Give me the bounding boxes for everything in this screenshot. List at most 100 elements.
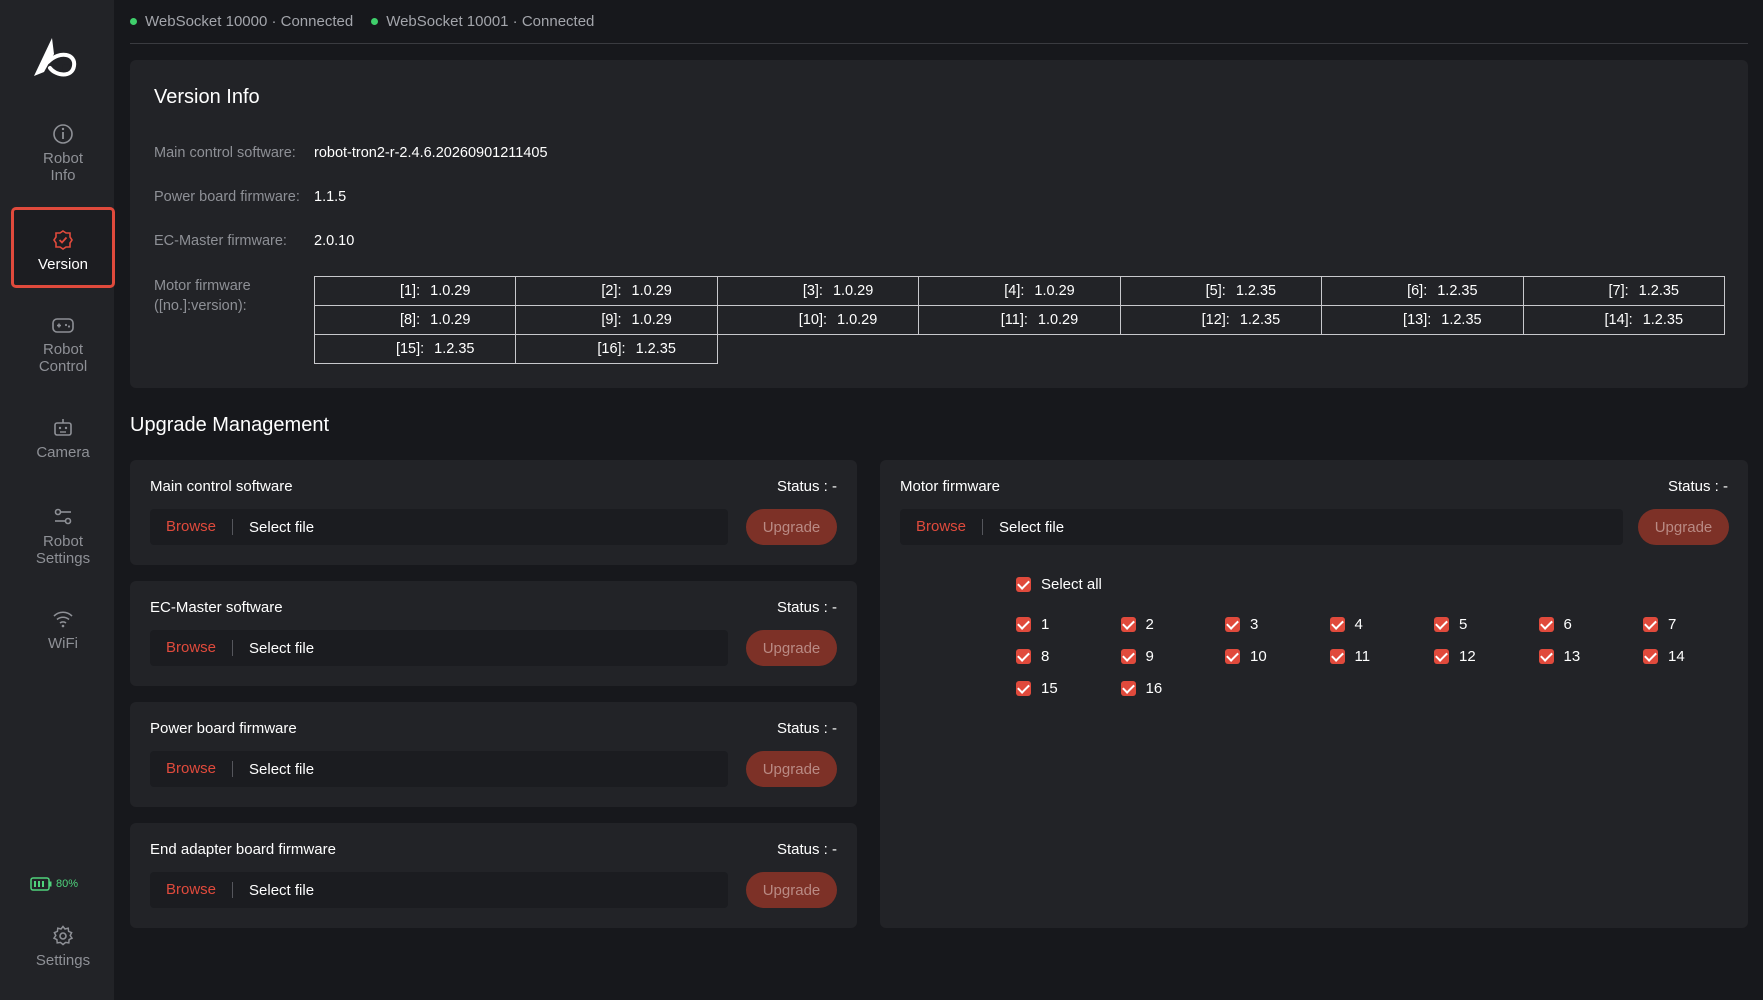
checkbox-checked-icon <box>1120 649 1136 664</box>
motor-cell: [4]: 1.0.29 <box>918 276 1121 306</box>
motor-checkbox[interactable]: 3 <box>1225 616 1258 633</box>
motor-cell: [7]: 1.2.35 <box>1522 276 1726 306</box>
ec-master-label: EC-Master firmware: <box>154 233 287 249</box>
select-file-text: Select file <box>249 639 315 657</box>
motor-checkbox[interactable]: 11 <box>1329 648 1371 665</box>
browse-button[interactable]: Browse <box>150 882 234 898</box>
select-file-text: Select file <box>999 518 1065 536</box>
motor-no: [8]: <box>399 312 421 328</box>
select-all-checkbox[interactable]: Select all <box>1016 576 1102 593</box>
connected-dot-icon <box>371 18 379 25</box>
motor-checkbox[interactable]: 10 <box>1225 648 1267 665</box>
upgrade-button[interactable]: Upgrade <box>746 509 837 545</box>
upgrade-button[interactable]: Upgrade <box>1638 509 1729 545</box>
file-picker[interactable]: Browse Select file <box>150 630 728 666</box>
checkbox-checked-icon <box>1329 649 1345 664</box>
motor-cell: [16]: 1.2.35 <box>515 334 718 364</box>
sidebar-item-version[interactable]: Version <box>11 207 115 288</box>
motor-checkbox[interactable]: 15 <box>1016 680 1058 697</box>
empty-cell <box>1523 335 1724 364</box>
motor-cell: [12]: 1.2.35 <box>1119 305 1323 335</box>
file-picker[interactable]: Browse Select file <box>150 872 728 908</box>
empty-cell <box>919 335 1120 364</box>
upgrade-button[interactable]: Upgrade <box>746 630 837 666</box>
motor-checkbox[interactable]: 16 <box>1120 680 1163 697</box>
sidebar-item-robot-info[interactable]: Robot Info <box>11 122 115 184</box>
motor-checkbox[interactable]: 13 <box>1538 648 1580 665</box>
websocket-status-1: WebSocket 10000 · Connected <box>130 13 353 30</box>
checkbox-label: 11 <box>1354 648 1371 665</box>
motor-checkbox[interactable]: 1 <box>1016 616 1049 633</box>
checkbox-checked-icon <box>1016 681 1031 696</box>
checkbox-label: 3 <box>1250 616 1259 633</box>
sidebar-item-label: Robot Settings <box>35 533 91 567</box>
upgrade-button[interactable]: Upgrade <box>746 751 837 787</box>
sidebar-item-label: Robot Info <box>42 150 84 184</box>
motor-version: 1.0.29 <box>430 312 471 328</box>
browse-button[interactable]: Browse <box>150 519 234 535</box>
sidebar: Robot Info Version Robot Control Camera … <box>0 0 115 1000</box>
motor-checkbox[interactable]: 8 <box>1016 648 1049 665</box>
checkbox-label: Select all <box>1041 576 1102 593</box>
checkbox-label: 5 <box>1459 616 1468 633</box>
motor-checkbox[interactable]: 6 <box>1538 616 1572 633</box>
power-board-upgrade-card: Power board firmware Status : - Browse S… <box>130 702 857 807</box>
motor-checkbox[interactable]: 12 <box>1434 648 1476 665</box>
checkbox-label: 16 <box>1145 680 1163 697</box>
sidebar-item-camera[interactable]: Camera <box>11 416 115 461</box>
file-picker[interactable]: Browse Select file <box>150 751 728 787</box>
select-file-text: Select file <box>249 518 315 536</box>
websocket-status-text: WebSocket 10000 · Connected <box>145 13 354 30</box>
checkbox-label: 4 <box>1354 616 1363 633</box>
websocket-status-2: WebSocket 10001 · Connected <box>371 13 594 30</box>
motor-cell: [14]: 1.2.35 <box>1522 305 1726 335</box>
wifi-icon <box>53 611 73 628</box>
sidebar-item-robot-control[interactable]: Robot Control <box>11 313 115 375</box>
checkbox-checked-icon <box>1538 617 1554 632</box>
card-title: Main control software <box>150 478 293 495</box>
motor-checkbox[interactable]: 4 <box>1329 616 1363 633</box>
motor-checkbox[interactable]: 5 <box>1434 616 1467 633</box>
checkbox-checked-icon <box>1329 617 1345 632</box>
motor-version: 1.0.29 <box>837 312 878 328</box>
checkbox-checked-icon <box>1434 617 1449 632</box>
motor-cell: [3]: 1.0.29 <box>716 276 920 306</box>
motor-version: 1.2.35 <box>1239 312 1281 328</box>
checkbox-label: 6 <box>1563 616 1572 633</box>
card-title: Power board firmware <box>150 720 297 737</box>
motor-no: [12]: <box>1201 312 1230 328</box>
motor-cell: [6]: 1.2.35 <box>1321 276 1524 306</box>
battery-icon <box>30 877 52 891</box>
motor-firmware-label-line2: ([no.]:version): <box>154 298 247 314</box>
motor-no: [13]: <box>1403 312 1432 328</box>
sidebar-item-robot-settings[interactable]: Robot Settings <box>11 505 115 567</box>
upgrade-button[interactable]: Upgrade <box>746 872 837 908</box>
motor-cell: [1]: 1.0.29 <box>313 276 517 306</box>
file-picker[interactable]: Browse Select file <box>150 509 728 545</box>
browse-button[interactable]: Browse <box>150 761 234 777</box>
motor-no: [2]: <box>601 283 622 299</box>
sidebar-item-wifi[interactable]: WiFi <box>11 607 115 652</box>
table-row: [1]: 1.0.29 [2]: 1.0.29 [3]: 1.0.29 [4]: 1.0… <box>313 276 1726 306</box>
motor-checkbox[interactable]: 7 <box>1643 616 1676 633</box>
sidebar-item-settings[interactable]: Settings <box>11 924 115 969</box>
browse-button[interactable]: Browse <box>150 640 234 656</box>
motor-checkbox[interactable]: 2 <box>1120 616 1154 633</box>
browse-button[interactable]: Browse <box>900 519 984 535</box>
motor-no: [7]: <box>1608 283 1629 299</box>
motor-checkbox[interactable]: 14 <box>1643 648 1685 665</box>
empty-cell <box>1120 335 1321 364</box>
table-row: [8]: 1.0.29 [9]: 1.0.29 [10]: 1.0.29 [11]: 1… <box>313 305 1726 335</box>
power-board-label: Power board firmware: <box>154 189 300 205</box>
checkbox-label: 14 <box>1668 648 1685 665</box>
checkbox-checked-icon <box>1643 649 1658 664</box>
sidebar-item-label: Robot Control <box>38 341 88 375</box>
motor-checkbox[interactable]: 9 <box>1120 648 1154 665</box>
checkbox-checked-icon <box>1120 617 1136 632</box>
motor-version: 1.0.29 <box>631 283 672 299</box>
motor-no: [3]: <box>802 283 823 299</box>
ec-master-value: 2.0.10 <box>314 233 355 249</box>
motor-firmware-label-line1: Motor firmware <box>154 278 251 294</box>
motor-version: 1.2.35 <box>1638 283 1679 299</box>
file-picker[interactable]: Browse Select file <box>900 509 1623 545</box>
